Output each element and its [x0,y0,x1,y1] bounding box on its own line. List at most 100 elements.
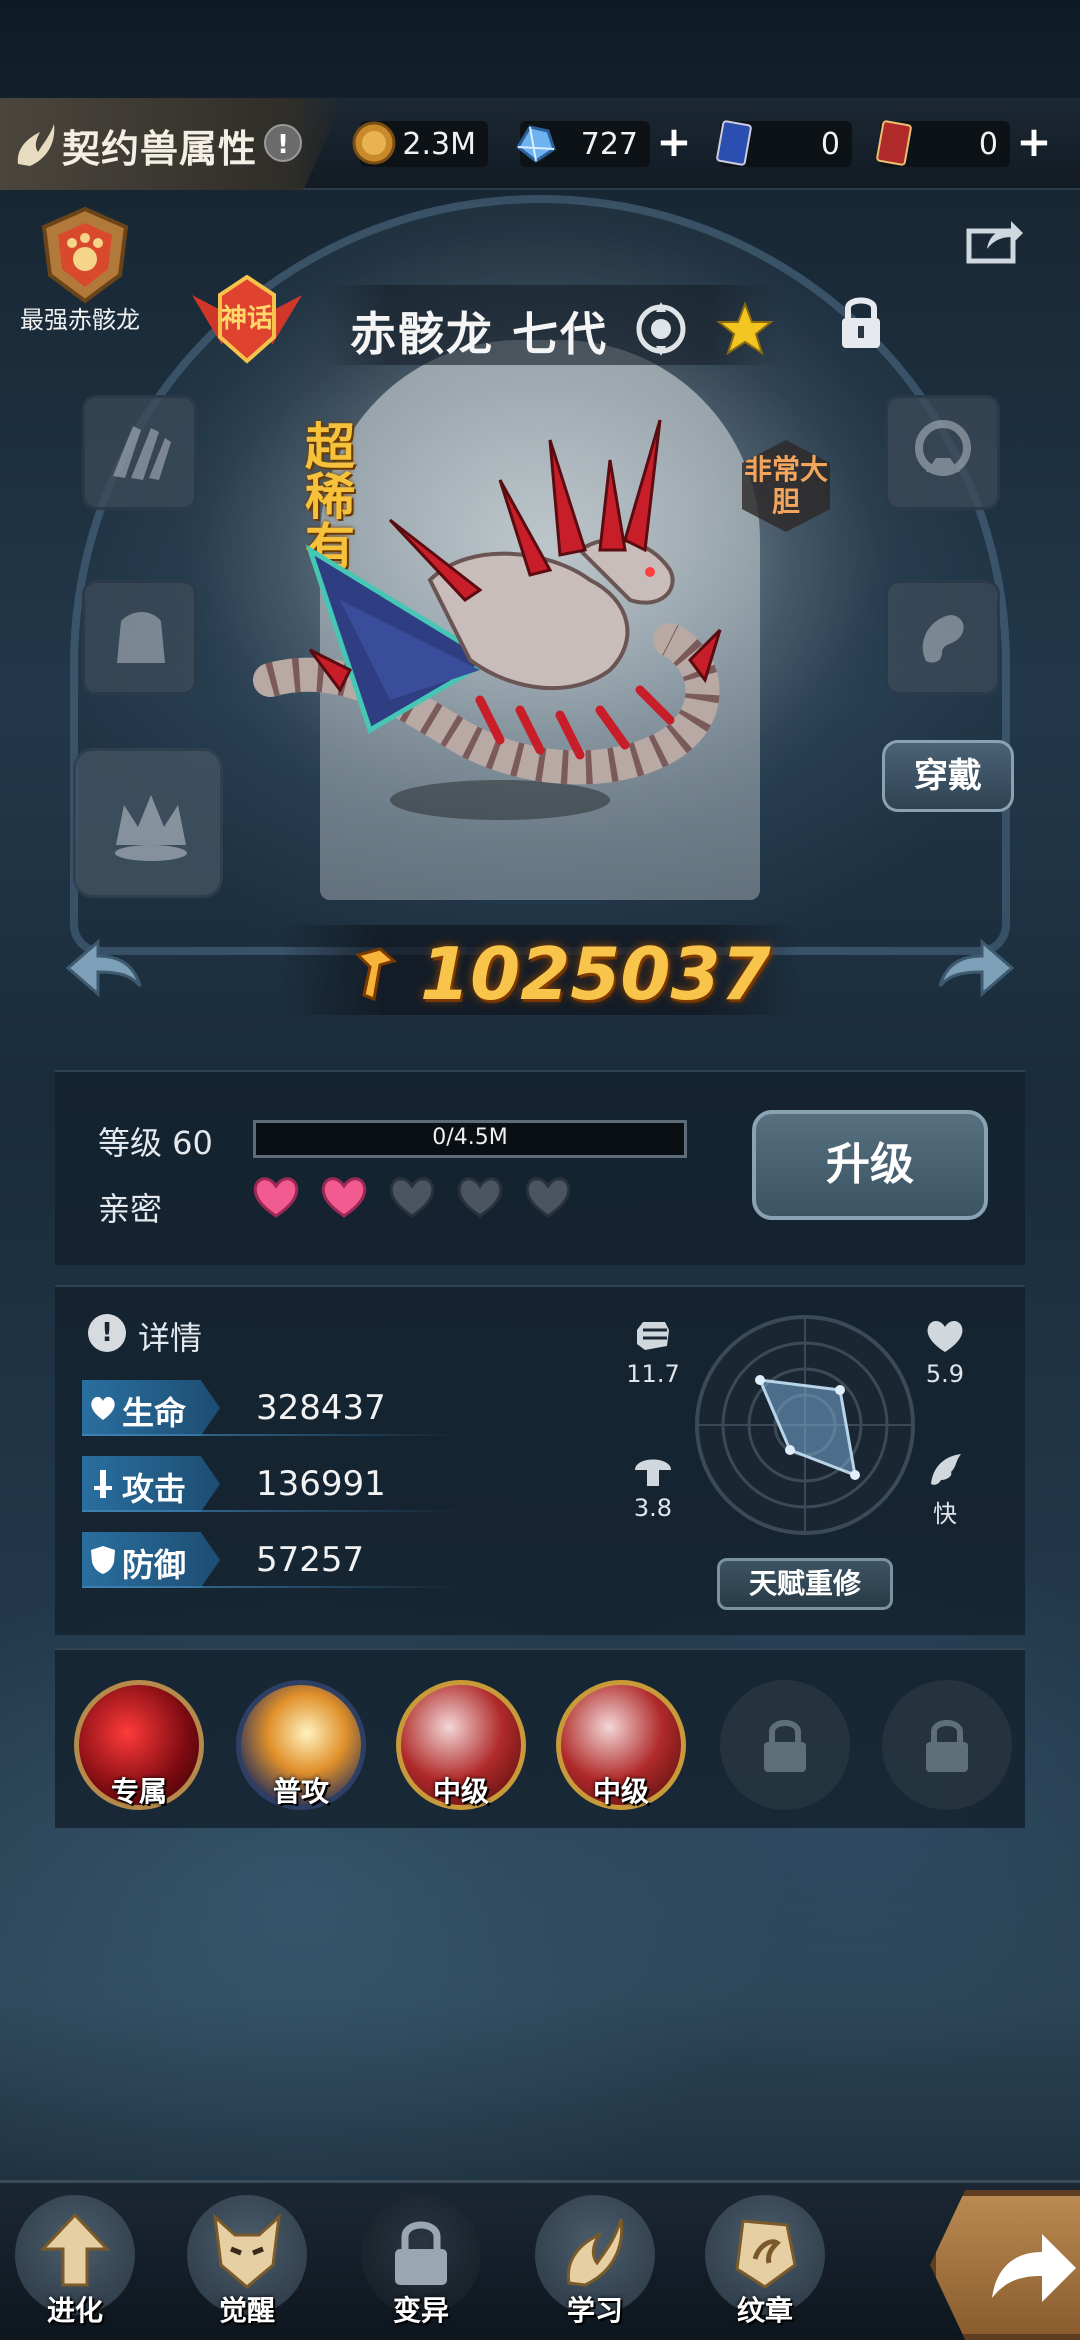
stat-tag-attack: 攻击 [82,1456,220,1512]
skill-intermediate-2[interactable]: 中级 [556,1680,686,1810]
nav-label: 学习 [566,2294,623,2327]
skill-normal-attack[interactable]: 普攻 [236,1680,366,1810]
skill-slot-locked[interactable] [882,1680,1012,1810]
intimacy-label: 亲密 [98,1190,163,1228]
combat-power-value: 1025037 [420,932,771,1016]
red-card-resource: 0 + [876,120,1052,167]
equip-slot-charm[interactable] [885,580,1000,695]
add-crystal-button[interactable]: + [654,121,694,163]
armor-slot-icon [117,612,165,663]
stat-name-attack: 攻击 [122,1470,187,1508]
pet-name: 赤骸龙 七代 [350,307,609,361]
skill-slot-locked[interactable] [720,1680,850,1810]
radar-stat-defense: 3.8 [618,1450,688,1522]
claw-icon [17,124,55,166]
talent-reroll-button[interactable]: 天赋重修 [717,1558,893,1610]
crystal-icon [516,125,556,163]
nav-mutate[interactable]: 变异 [356,2195,486,2335]
radar-value-top-left: 11.7 [626,1360,680,1388]
heart-empty-icon [525,1177,571,1218]
nav-awaken[interactable]: 觉醒 [182,2195,312,2335]
claw-slot-icon [113,426,171,480]
stat-value-attack: 136991 [256,1464,386,1504]
blue-card-resource: 0 [716,120,852,167]
nav-emblem[interactable]: 纹章 [700,2195,830,2335]
stat-tag-defense: 防御 [82,1532,220,1588]
element-icon[interactable] [632,300,690,358]
heart-icon [927,1321,963,1352]
lock-icon [395,2221,447,2285]
intimacy-hearts [250,1172,574,1222]
heart-filled-icon [253,1177,299,1218]
stat-value-defense: 57257 [256,1540,365,1580]
equip-slot-claw[interactable] [82,395,197,510]
nav-evolve[interactable]: 进化 [10,2195,140,2335]
skill-intermediate-1[interactable]: 中级 [396,1680,526,1810]
level-label: 等级 60 [98,1124,213,1162]
skill-exclusive[interactable]: 专属 [74,1680,204,1810]
info-icon[interactable]: ! [264,124,302,162]
radar-value-top-right: 5.9 [925,1360,965,1388]
stat-name-defense: 防御 [122,1546,187,1584]
skill-label: 中级 [432,1775,489,1808]
equip-slot-crown[interactable] [73,748,223,898]
radar-value-bottom-left: 3.8 [633,1494,673,1522]
top-bar: 契约兽属性 ! 2.3M 727 + 0 0 + [0,98,1080,190]
red-card-icon [876,120,912,166]
radar-value-bottom-right: 快 [933,1500,957,1528]
blue-card-icon [716,120,752,166]
heart-empty-icon [389,1177,435,1218]
svg-text:神话: 神话 [221,304,273,334]
nav-label: 进化 [46,2294,103,2327]
stat-row-attack: 攻击 136991 [82,1456,462,1512]
crown-slot-icon [115,795,187,861]
heart-empty-icon [457,1177,503,1218]
add-red-card-button[interactable]: + [1014,121,1054,163]
crystal-value: 727 [580,127,638,162]
lock-icon[interactable] [836,290,886,352]
wing-icon [931,1454,961,1485]
sword-icon [94,1470,112,1498]
red-card-value: 0 [978,127,998,162]
gold-resource: 2.3M [352,121,488,167]
talent-radar [695,1315,915,1535]
radar-stat-attack: 11.7 [618,1316,688,1388]
helm-slot-icon [915,420,971,476]
radar-stat-hp: 5.9 [910,1316,980,1388]
previous-arrow-icon[interactable] [64,938,144,998]
learn-claw-icon [566,2218,624,2287]
forward-arrow-icon [992,2234,1076,2302]
nav-label: 觉醒 [218,2294,275,2327]
mushroom-icon [635,1459,671,1486]
heart-icon [91,1396,115,1420]
nav-label: 变异 [392,2294,449,2327]
details-label: 详情 [138,1319,203,1357]
share-icon[interactable] [965,215,1025,265]
wear-button[interactable]: 穿戴 [882,740,1014,812]
strongest-badge-icon[interactable] [30,205,140,305]
exp-bar: 0/4.5M [253,1120,687,1158]
strongest-badge-label: 最强赤骸龙 [20,306,140,334]
lock-icon [926,1720,968,1772]
details-info-icon[interactable]: ! [88,1314,126,1352]
shield-icon [91,1546,115,1574]
next-arrow-icon[interactable] [936,938,1016,998]
equip-slot-helm[interactable] [885,395,1000,510]
stat-divider [82,1586,462,1588]
stat-name-hp: 生命 [122,1394,187,1432]
skill-label: 专属 [110,1775,167,1808]
stat-value-hp: 328437 [256,1388,386,1428]
nav-learn[interactable]: 学习 [530,2195,660,2335]
skill-label: 中级 [592,1775,649,1808]
charm-slot-icon [922,615,964,663]
stat-tag-hp: 生命 [82,1380,220,1436]
exp-text: 0/4.5M [432,1125,508,1150]
gold-coin-icon [352,121,396,165]
star-icon [716,301,774,356]
radar-stat-speed: 快 [910,1450,980,1529]
stat-divider [82,1434,462,1436]
upgrade-button[interactable]: 升级 [752,1110,988,1220]
equip-slot-armor[interactable] [82,580,197,695]
crystal-resource: 727 + [516,121,692,167]
power-icon [355,947,398,1002]
